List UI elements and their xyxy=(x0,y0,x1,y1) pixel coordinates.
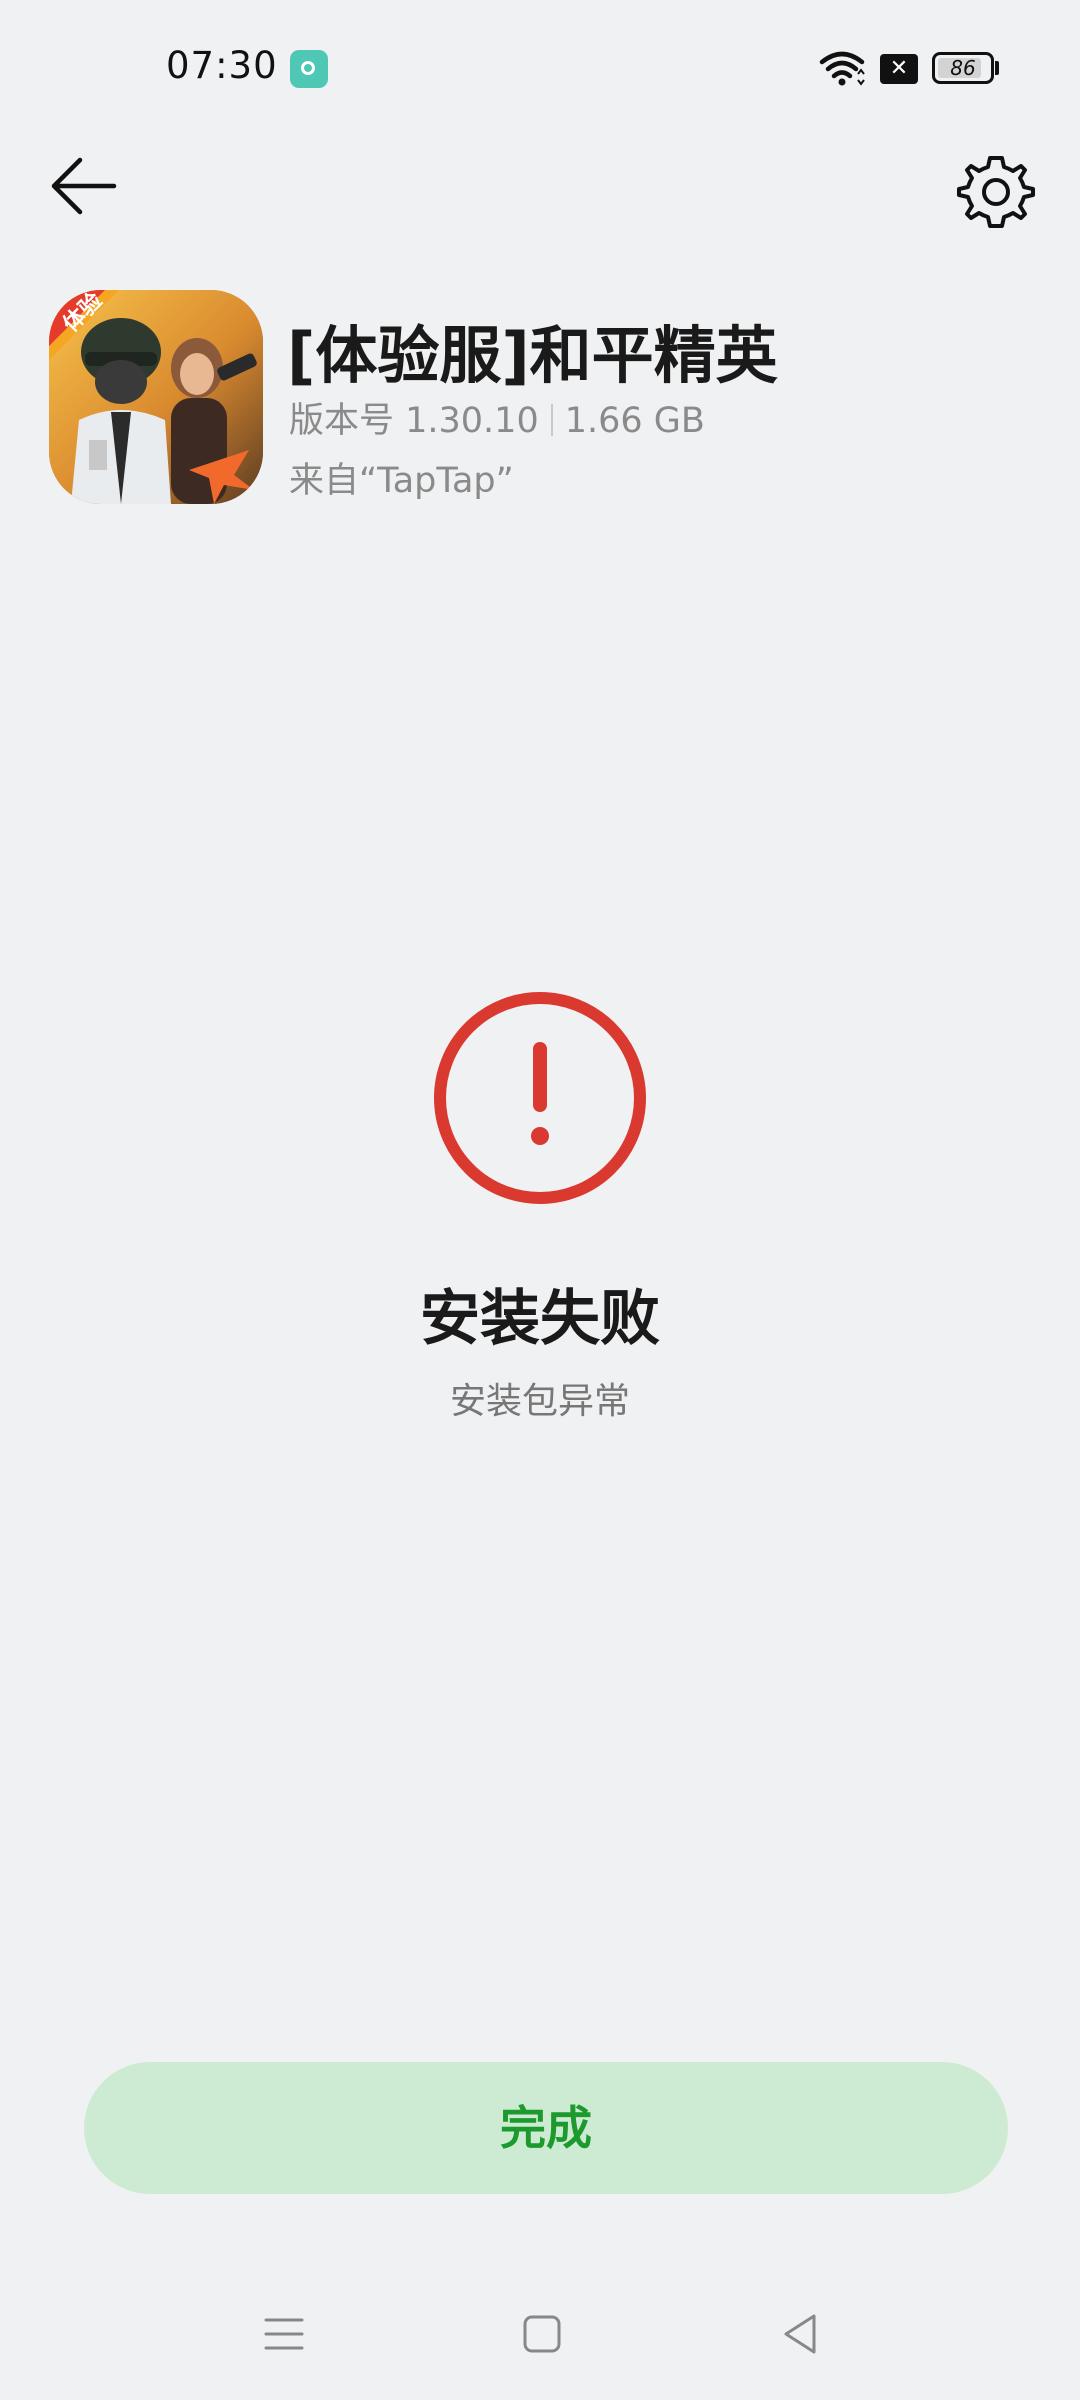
result-title: 安装失败 xyxy=(420,1284,660,1354)
exclamation-circle-icon xyxy=(434,992,646,1204)
settings-button[interactable] xyxy=(956,150,1036,230)
navigation-bar xyxy=(0,2290,1080,2380)
home-icon xyxy=(523,2315,561,2353)
app-name: [体验服]和平精英 xyxy=(287,319,778,392)
back-icon xyxy=(784,2314,816,2354)
back-button[interactable] xyxy=(42,150,126,222)
app-meta: 版本号 1.30.10 1.66 GB xyxy=(289,392,705,443)
app-notification-icon xyxy=(290,50,328,88)
status-time: 07:30 xyxy=(166,44,278,87)
app-version: 版本号 1.30.10 xyxy=(289,401,539,441)
battery-cap xyxy=(995,61,999,75)
arrow-left-icon xyxy=(51,157,117,215)
battery-icon: 86 xyxy=(932,52,994,84)
result-subtitle: 安装包异常 xyxy=(449,1381,630,1422)
nav-back-button[interactable] xyxy=(778,2290,822,2380)
app-source: 来自“TapTap” xyxy=(289,461,514,501)
game-art-image: 体验 xyxy=(49,290,263,504)
done-button[interactable]: 完成 xyxy=(84,2062,1008,2194)
menu-icon xyxy=(264,2318,304,2350)
wifi-icon xyxy=(819,51,865,86)
nav-menu-button[interactable] xyxy=(262,2290,306,2380)
nav-home-button[interactable] xyxy=(520,2290,564,2380)
sim-disabled-icon: ✕ xyxy=(880,54,918,84)
app-size: 1.66 GB xyxy=(564,401,705,441)
status-bar: 07:30 ✕ 86 xyxy=(0,0,1080,140)
app-icon: 体验 xyxy=(49,290,263,504)
gear-icon xyxy=(957,156,1035,228)
meta-divider xyxy=(550,404,553,436)
battery-level: 86 xyxy=(950,56,976,80)
